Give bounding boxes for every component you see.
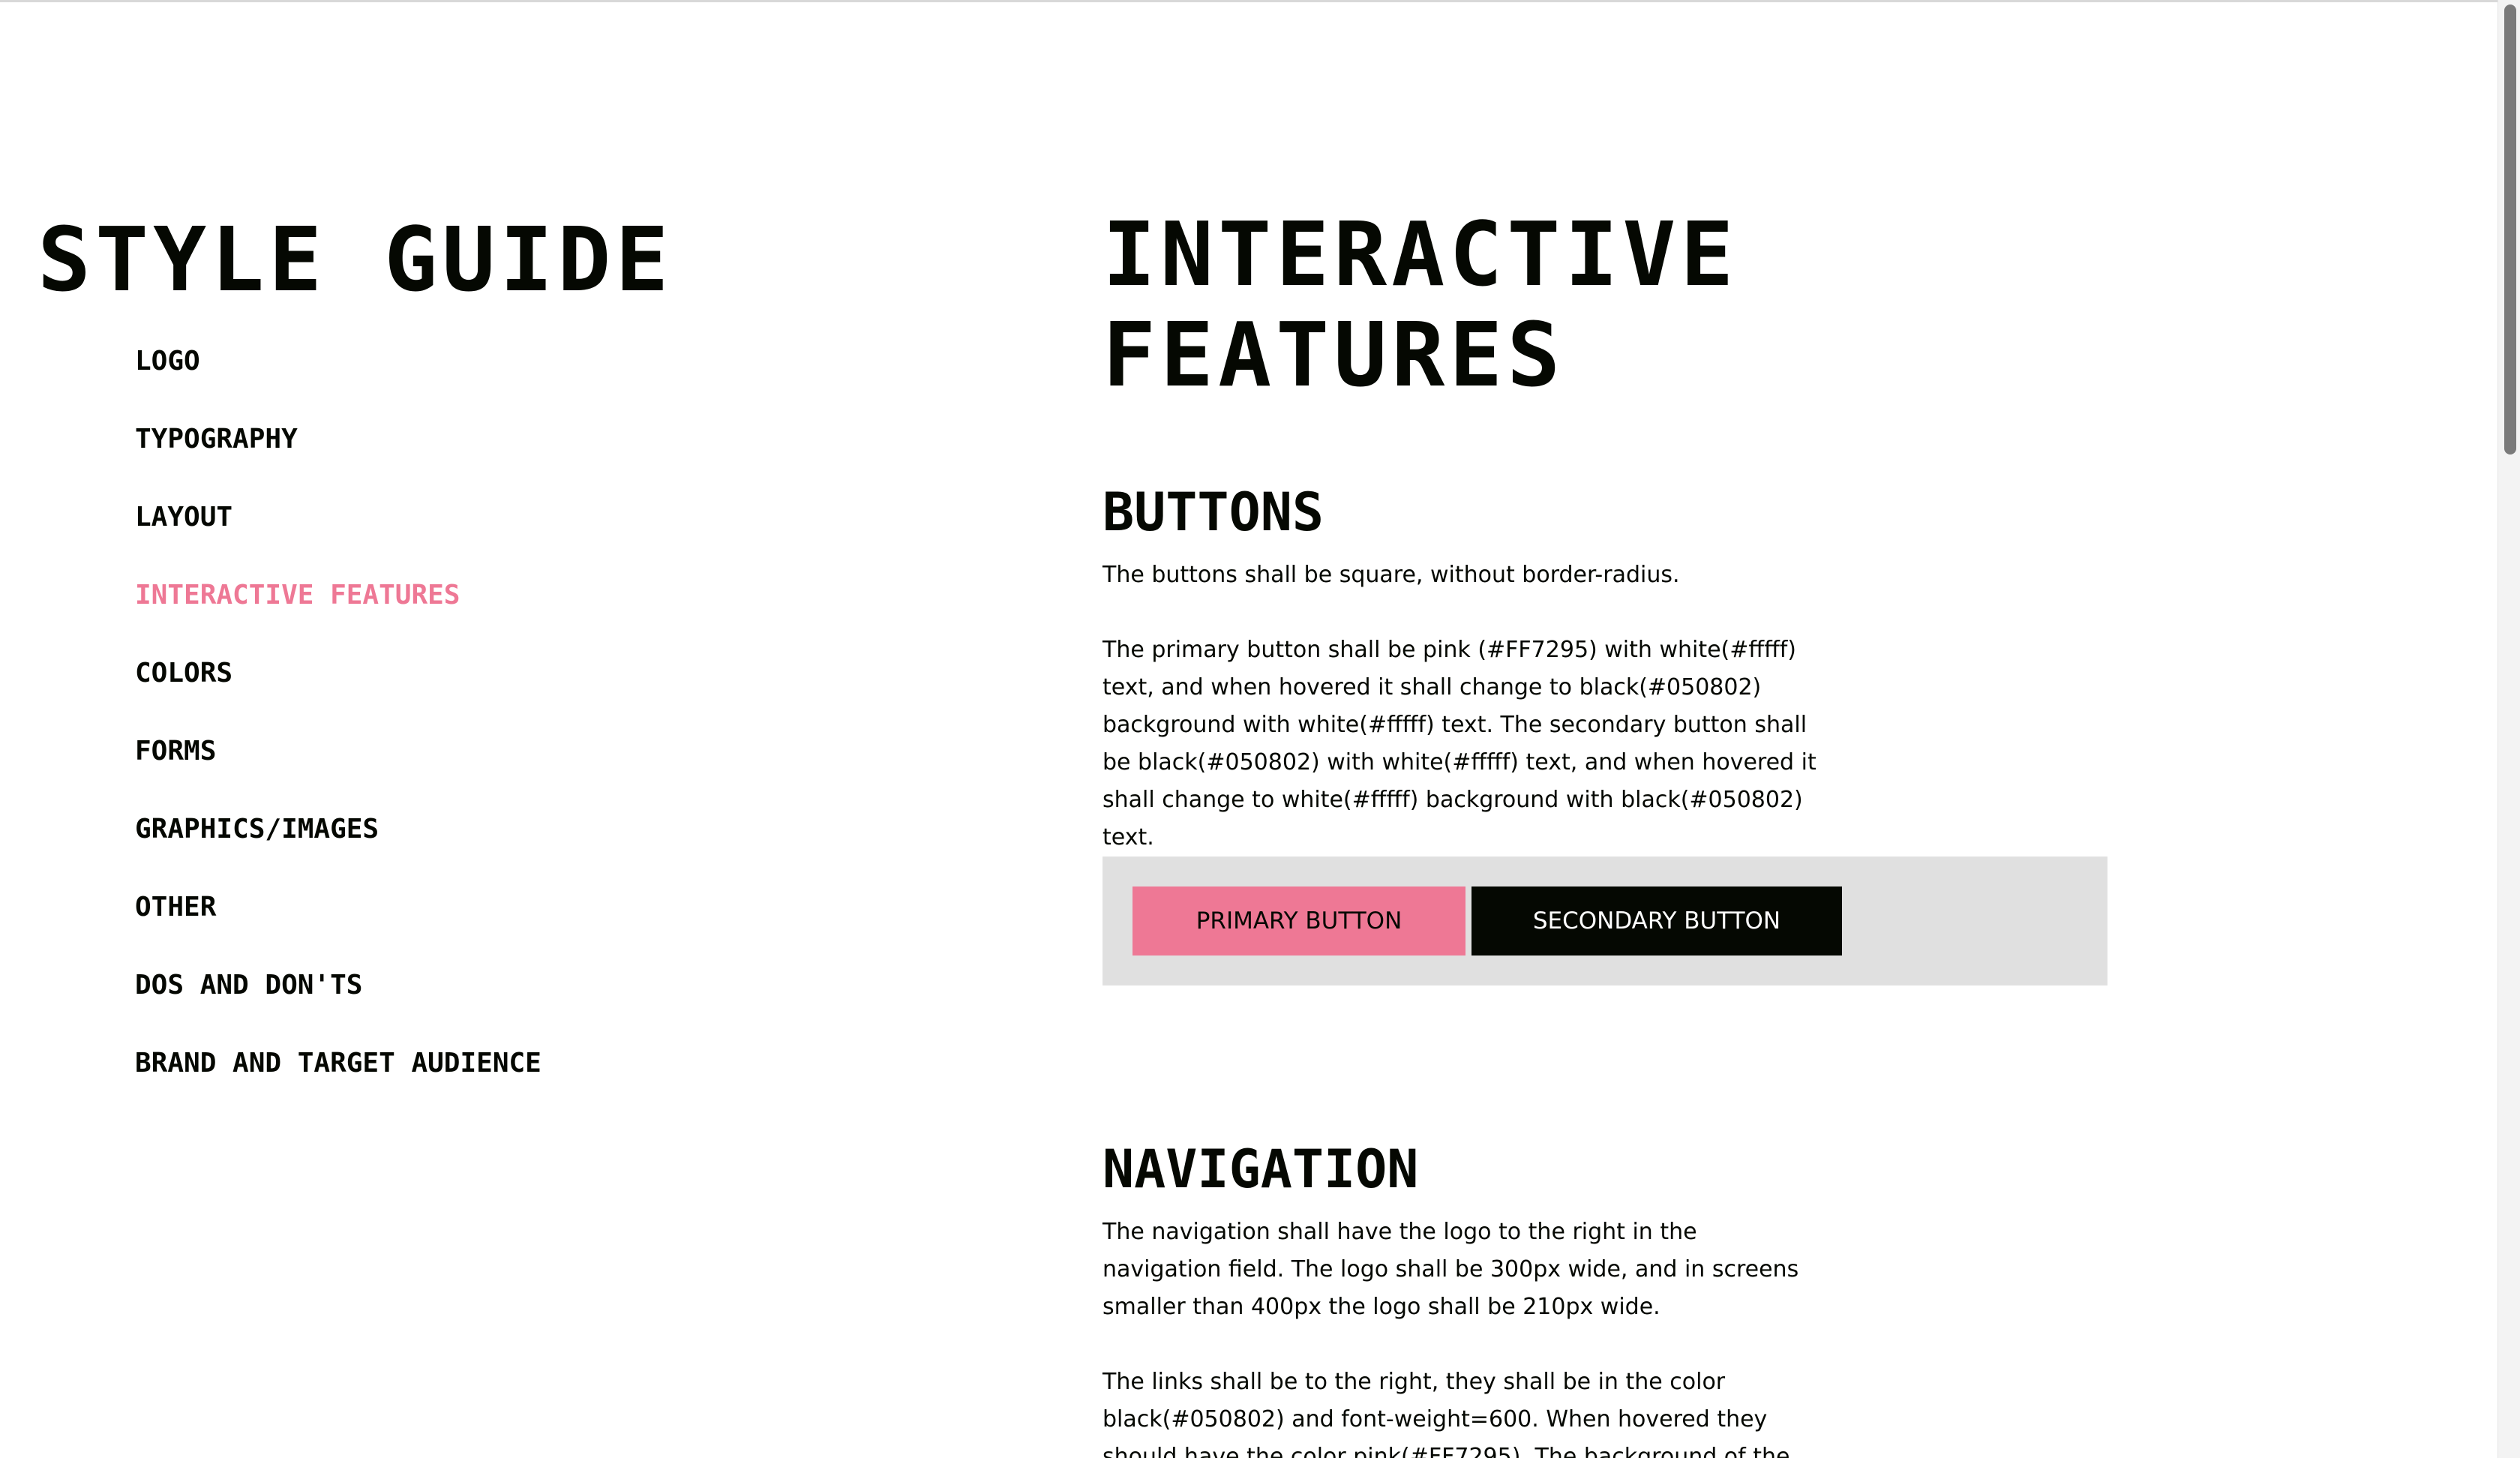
- sidebar-link-logo[interactable]: LOGO: [135, 346, 200, 376]
- sidebar-item-layout: LAYOUT: [135, 486, 542, 564]
- navigation-heading: NAVIGATION: [1102, 1138, 1419, 1200]
- main-content: INTERACTIVE FEATURES BUTTONS The buttons…: [1102, 0, 2498, 1458]
- secondary-button[interactable]: SECONDARY BUTTON: [1472, 886, 1842, 956]
- navigation-links-text: The links shall be to the right, they sh…: [1102, 1369, 1790, 1458]
- sidebar-link-colors[interactable]: COLORS: [135, 658, 232, 688]
- sidebar-link-other[interactable]: OTHER: [135, 892, 216, 922]
- sidebar-link-forms[interactable]: FORMS: [135, 736, 216, 766]
- sidebar-item-forms: FORMS: [135, 720, 542, 798]
- buttons-intro-text: The buttons shall be square, without bor…: [1102, 562, 1680, 588]
- primary-button[interactable]: PRIMARY BUTTON: [1132, 886, 1466, 956]
- sidebar-item-colors: COLORS: [135, 642, 542, 720]
- scrollbar-thumb[interactable]: [2504, 4, 2516, 454]
- sidebar-item-graphics-images: GRAPHICS/IMAGES: [135, 798, 542, 876]
- sidebar-link-graphics-images[interactable]: GRAPHICS/IMAGES: [135, 814, 379, 844]
- sidebar-item-other: OTHER: [135, 876, 542, 954]
- sidebar-item-logo: LOGO: [135, 330, 542, 408]
- site-title: STYLE GUIDE: [38, 208, 674, 311]
- sidebar: STYLE GUIDE LOGO TYPOGRAPHY LAYOUT INTER…: [0, 0, 975, 1458]
- sidebar-nav: LOGO TYPOGRAPHY LAYOUT INTERACTIVE FEATU…: [135, 330, 542, 1110]
- sidebar-link-interactive-features[interactable]: INTERACTIVE FEATURES: [135, 580, 460, 610]
- page-title: INTERACTIVE FEATURES: [1102, 202, 1738, 406]
- sidebar-item-typography: TYPOGRAPHY: [135, 408, 542, 486]
- sidebar-link-brand-and-target-audience[interactable]: BRAND AND TARGET AUDIENCE: [135, 1048, 542, 1078]
- scrollbar[interactable]: [2498, 0, 2520, 1458]
- sidebar-link-dos-and-donts[interactable]: DOS AND DON'TS: [135, 970, 362, 1000]
- sidebar-link-layout[interactable]: LAYOUT: [135, 502, 232, 532]
- buttons-description-text: The primary button shall be pink (#FF729…: [1102, 637, 1816, 850]
- sidebar-item-interactive-features: INTERACTIVE FEATURES: [135, 564, 542, 642]
- buttons-heading: BUTTONS: [1102, 482, 1324, 543]
- navigation-intro-text: The navigation shall have the logo to th…: [1102, 1219, 1799, 1320]
- sidebar-item-dos-and-donts: DOS AND DON'TS: [135, 954, 542, 1032]
- button-demo-panel: PRIMARY BUTTON SECONDARY BUTTON: [1102, 856, 2108, 986]
- sidebar-link-typography[interactable]: TYPOGRAPHY: [135, 424, 298, 454]
- sidebar-item-brand-and-target-audience: BRAND AND TARGET AUDIENCE: [135, 1032, 542, 1110]
